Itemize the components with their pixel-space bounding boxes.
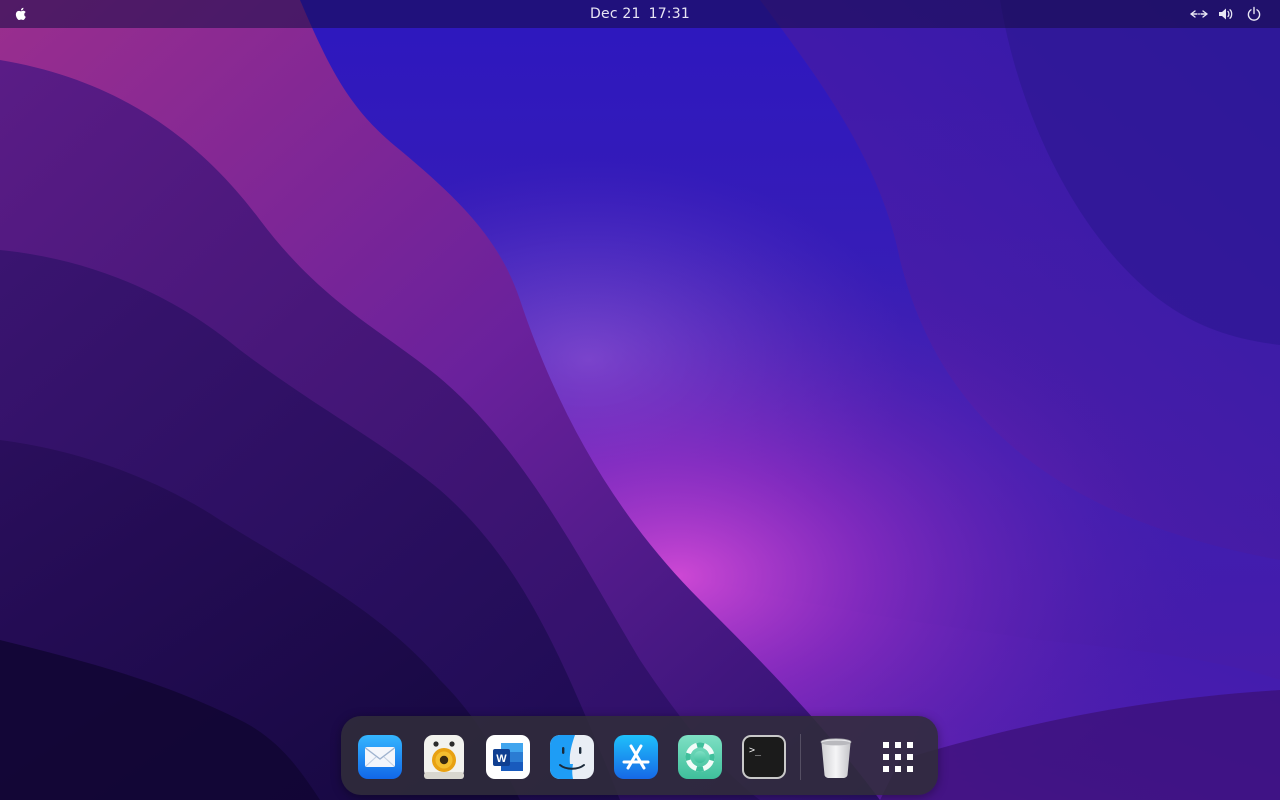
help-lifebuoy-icon[interactable] bbox=[677, 734, 723, 780]
clock-time: 17:31 bbox=[648, 6, 690, 22]
top-bar: Dec 21 17:31 bbox=[0, 0, 1280, 28]
trash-icon[interactable] bbox=[813, 734, 859, 780]
volume-icon[interactable] bbox=[1218, 6, 1234, 22]
network-wired-icon[interactable] bbox=[1190, 6, 1208, 22]
desktop[interactable]: Dec 21 17:31 W >_ bbox=[0, 0, 1280, 800]
app-store-icon[interactable] bbox=[613, 734, 659, 780]
clock[interactable]: Dec 21 17:31 bbox=[540, 0, 740, 28]
terminal-prompt-glyph: >_ bbox=[749, 745, 762, 756]
terminal-icon[interactable]: >_ bbox=[741, 734, 787, 780]
dock: W >_ bbox=[341, 716, 938, 795]
rhythmbox-icon[interactable] bbox=[421, 734, 467, 780]
power-icon[interactable] bbox=[1246, 6, 1262, 22]
wallpaper bbox=[0, 0, 1280, 800]
mail-icon[interactable] bbox=[357, 734, 403, 780]
finder-icon[interactable] bbox=[549, 734, 595, 780]
dock-separator bbox=[800, 734, 801, 780]
app-grid-icon[interactable] bbox=[875, 734, 921, 780]
microsoft-word-icon[interactable]: W bbox=[485, 734, 531, 780]
apple-logo-icon[interactable] bbox=[12, 5, 30, 23]
word-icon-letter: W bbox=[496, 753, 507, 765]
clock-date: Dec 21 bbox=[590, 6, 641, 22]
